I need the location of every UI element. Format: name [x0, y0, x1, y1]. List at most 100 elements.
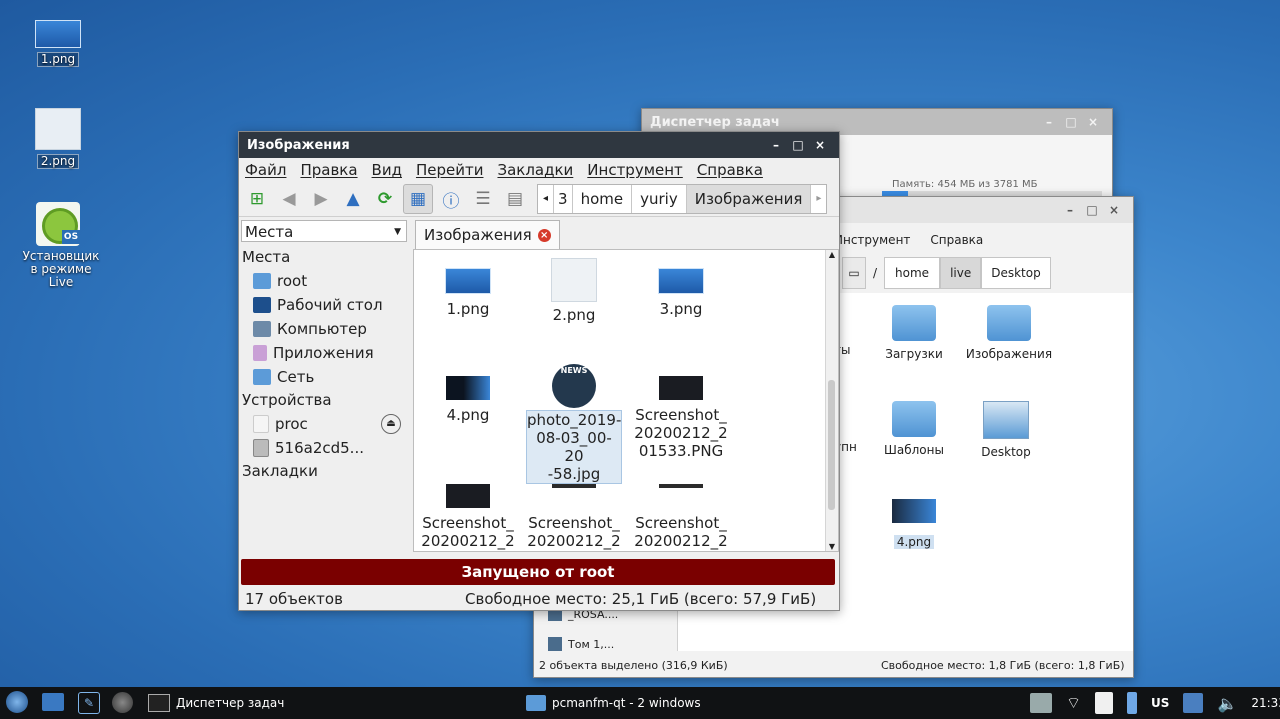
file-label: 3.png	[659, 300, 703, 318]
menu-tools[interactable]: Инструмент	[587, 161, 683, 179]
eject-icon[interactable]: ⏏	[381, 414, 401, 434]
taskbar-pcmanfm[interactable]: pcmanfm-qt - 2 windows	[526, 687, 701, 719]
tab-images[interactable]: Изображения ×	[415, 220, 560, 249]
compact-view-icon[interactable]: ☰	[469, 185, 497, 213]
crumb-images[interactable]: Изображения	[686, 185, 812, 213]
places-combo[interactable]: Места ▼	[241, 220, 407, 242]
refresh-icon[interactable]: ⟳	[371, 185, 399, 213]
file-view[interactable]: 1.png 2.png 3.png 4.png NEWS photo_2019-…	[413, 249, 839, 552]
file-label: 4.png	[893, 535, 935, 549]
crumb-scroll-left-icon[interactable]: ◂	[538, 185, 555, 213]
file-item[interactable]: Screenshot_ 20200212_2	[631, 484, 731, 550]
menu-edit[interactable]: Правка	[300, 161, 357, 179]
taskbar-task-manager[interactable]: Диспетчер задач	[148, 687, 284, 719]
screenshot-tool-icon[interactable]	[1030, 693, 1052, 713]
sidebar-item-computer[interactable]: Компьютер	[239, 317, 411, 341]
file-4png-selected[interactable]: 4.png	[882, 499, 946, 549]
start-menu-icon[interactable]	[6, 691, 28, 713]
minimize-icon[interactable]: –	[765, 138, 787, 152]
forward-arrow-icon[interactable]: ▶	[307, 185, 335, 213]
icon-view-icon[interactable]: ▦	[403, 184, 433, 214]
crumb-root[interactable]: /	[866, 258, 884, 288]
minimize-icon[interactable]: –	[1059, 203, 1081, 217]
clock[interactable]: 21:33	[1251, 696, 1280, 710]
desktop-icon-2png[interactable]: 2.png	[18, 108, 98, 169]
close-tab-icon[interactable]: ×	[537, 228, 551, 242]
crumb-scroll-right-icon[interactable]: ▸	[811, 185, 826, 213]
folder-templates[interactable]: Шаблоны	[882, 401, 946, 457]
harddisk-icon	[253, 439, 269, 457]
menu-file[interactable]: Файл	[245, 161, 286, 179]
vertical-scrollbar[interactable]: ▲ ▼	[825, 250, 838, 551]
desktop-icon-live-installer[interactable]: OS Установщик в режиме Live	[18, 202, 99, 289]
crumb-home[interactable]: home	[573, 185, 633, 213]
desktop-icon-1png[interactable]: 1.png	[18, 20, 98, 67]
crumb-desktop[interactable]: Desktop	[981, 257, 1051, 289]
file-item[interactable]: 3.png	[631, 268, 731, 318]
back-breadcrumb: ▭ / home live Desktop	[842, 257, 1051, 289]
clipboard-icon[interactable]	[1095, 692, 1114, 714]
file-item[interactable]: Screenshot_ 20200212_2	[524, 484, 624, 550]
maximize-icon[interactable]: □	[1081, 203, 1103, 217]
scroll-up-icon[interactable]: ▲	[826, 250, 838, 259]
text-editor-launcher-icon[interactable]: ✎	[78, 692, 100, 714]
installer-icon: OS	[36, 202, 80, 246]
file-manager-launcher-icon[interactable]	[42, 693, 64, 711]
news-logo-thumbnail: NEWS	[552, 364, 596, 408]
back-side-item[interactable]: Том 1,...	[548, 637, 614, 651]
sidebar-item-drive[interactable]: 516a2cd5...	[239, 436, 411, 460]
scrollbar-thumb[interactable]	[828, 380, 835, 510]
folder-desktop[interactable]: Desktop	[974, 401, 1038, 459]
sidebar-item-network[interactable]: Сеть	[239, 365, 411, 389]
drive-icon[interactable]: ▭	[842, 257, 866, 289]
menu-go[interactable]: Перейти	[416, 161, 484, 179]
scroll-down-icon[interactable]: ▼	[826, 542, 838, 551]
detail-view-icon[interactable]: ▤	[501, 185, 529, 213]
sidebar-item-applications[interactable]: Приложения	[239, 341, 411, 365]
close-icon[interactable]: ×	[809, 138, 831, 152]
browser-launcher-icon[interactable]	[112, 692, 133, 713]
menu-view[interactable]: Вид	[372, 161, 402, 179]
close-icon[interactable]: ×	[1103, 203, 1125, 217]
wifi-icon[interactable]: ⌔	[1066, 693, 1081, 713]
up-arrow-icon[interactable]: ▲	[339, 185, 367, 213]
crumb-partial[interactable]: 3	[554, 185, 573, 213]
file-item[interactable]: 2.png	[524, 258, 624, 324]
new-tab-icon[interactable]: ⊞	[243, 185, 271, 213]
file-manager-window[interactable]: Изображения – □ × Файл Правка Вид Перейт…	[238, 131, 840, 611]
image-thumbnail	[445, 268, 491, 294]
close-icon[interactable]: ×	[1082, 115, 1104, 129]
file-item[interactable]: Screenshot_ 20200212_2 01533.PNG	[631, 376, 731, 460]
volume-icon[interactable]: 🔈	[1217, 694, 1237, 713]
toolbar: ⊞ ◀ ▶ ▲ ⟳ ▦ ⓘ ☰ ▤ ◂ 3 home yuriy Изображ…	[239, 182, 839, 217]
file-item-selected[interactable]: NEWS photo_2019- 08-03_00-20 -58.jpg	[524, 364, 624, 484]
main-window-titlebar[interactable]: Изображения – □ ×	[239, 132, 839, 158]
sidebar-item-root[interactable]: root	[239, 269, 411, 293]
crumb-yuriy[interactable]: yuriy	[632, 185, 687, 213]
folder-downloads[interactable]: Загрузки	[882, 305, 946, 361]
file-item[interactable]: 4.png	[418, 376, 518, 424]
battery-icon[interactable]	[1127, 692, 1138, 714]
window-title: Диспетчер задач	[650, 114, 780, 130]
network-folder-icon	[253, 369, 271, 385]
maximize-icon[interactable]: □	[1060, 115, 1082, 129]
info-icon[interactable]: ⓘ	[437, 185, 465, 213]
folder-images[interactable]: Изображения	[964, 305, 1054, 361]
folder-icon	[253, 273, 271, 289]
menu-instrument[interactable]: Инструмент	[834, 233, 910, 247]
file-item[interactable]: 1.png	[418, 268, 518, 318]
sidebar-item-proc[interactable]: proc ⏏	[239, 412, 411, 436]
crumb-live[interactable]: live	[940, 257, 982, 289]
menu-bookmarks[interactable]: Закладки	[497, 161, 573, 179]
file-item[interactable]: Screenshot_ 20200212_2	[418, 484, 518, 550]
crumb-home[interactable]: home	[884, 257, 941, 289]
maximize-icon[interactable]: □	[787, 138, 809, 152]
sidebar-item-desktop[interactable]: Рабочий стол	[239, 293, 411, 317]
menu-help[interactable]: Справка	[697, 161, 763, 179]
applications-icon	[253, 345, 267, 361]
back-arrow-icon[interactable]: ◀	[275, 185, 303, 213]
menu-help[interactable]: Справка	[930, 233, 983, 247]
minimize-icon[interactable]: –	[1038, 115, 1060, 129]
keyboard-layout[interactable]: US	[1151, 696, 1169, 710]
update-icon[interactable]	[1183, 693, 1204, 713]
